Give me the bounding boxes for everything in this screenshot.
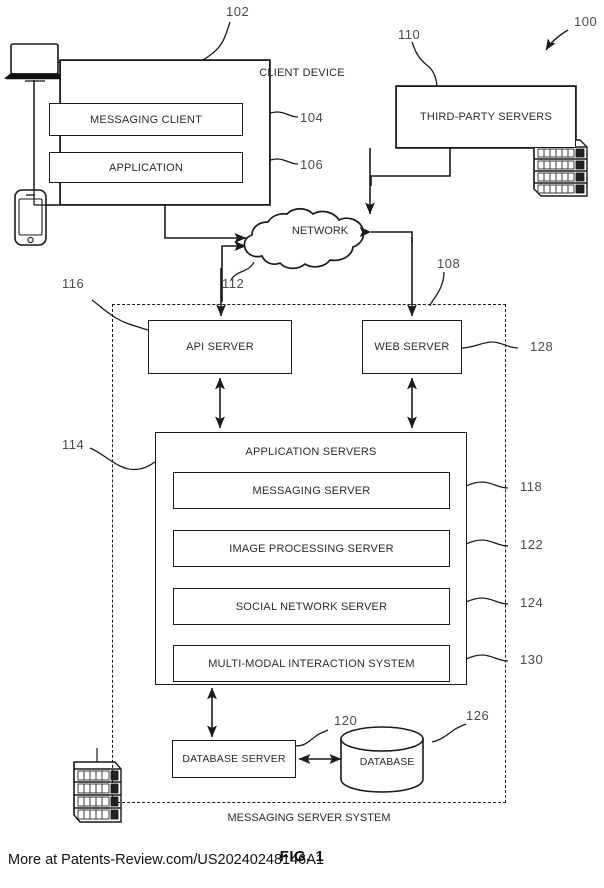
messaging-server-box: MESSAGING SERVER [173,472,450,509]
application-box: APPLICATION [49,152,243,183]
ref-numeral-126: 126 [466,708,490,723]
client-device-label: CLIENT DEVICE [259,67,345,79]
messaging-server-system-label: MESSAGING SERVER SYSTEM [227,812,391,824]
ref-numeral-122: 122 [520,537,544,552]
social-network-server-box: SOCIAL NETWORK SERVER [173,588,450,625]
ref-numeral-104: 104 [300,110,324,125]
ref-numeral-110: 110 [398,27,421,42]
database-label: DATABASE [359,756,415,768]
ref-numeral-118: 118 [520,479,543,494]
ref-numeral-130: 130 [520,652,544,667]
ref-numeral-100: 100 [574,14,598,29]
multi-modal-interaction-system-box: MULTI-MODAL INTERACTION SYSTEM [173,645,450,682]
image-processing-server-box: IMAGE PROCESSING SERVER [173,530,450,567]
messaging-client-box: MESSAGING CLIENT [49,103,243,136]
cloud-icon [243,207,365,270]
web-server-box: WEB SERVER [362,320,462,374]
third-party-servers-box: THIRD-PARTY SERVERS [396,86,576,148]
network-label: NETWORK [291,225,349,237]
ref-numeral-106: 106 [300,157,324,172]
api-server-box: API SERVER [148,320,292,374]
patent-figure: CLIENT DEVICE MESSAGING CLIENT APPLICATI… [0,0,604,888]
figure-caption: FIG. 1 [279,848,325,865]
ref-numeral-108: 108 [437,256,461,271]
ref-numeral-116: 116 [62,276,85,291]
application-servers-label: APPLICATION SERVERS [245,446,377,458]
ref-numeral-102: 102 [226,4,250,19]
ref-numeral-124: 124 [520,595,544,610]
database-server-box: DATABASE SERVER [172,740,296,778]
server-rack-icon [533,139,588,197]
smartphone-icon [14,189,47,246]
ref-numeral-128: 128 [530,339,554,354]
ref-numeral-112: 112 [222,276,245,291]
ref-numeral-114: 114 [62,437,85,452]
ref-numeral-120: 120 [334,713,358,728]
